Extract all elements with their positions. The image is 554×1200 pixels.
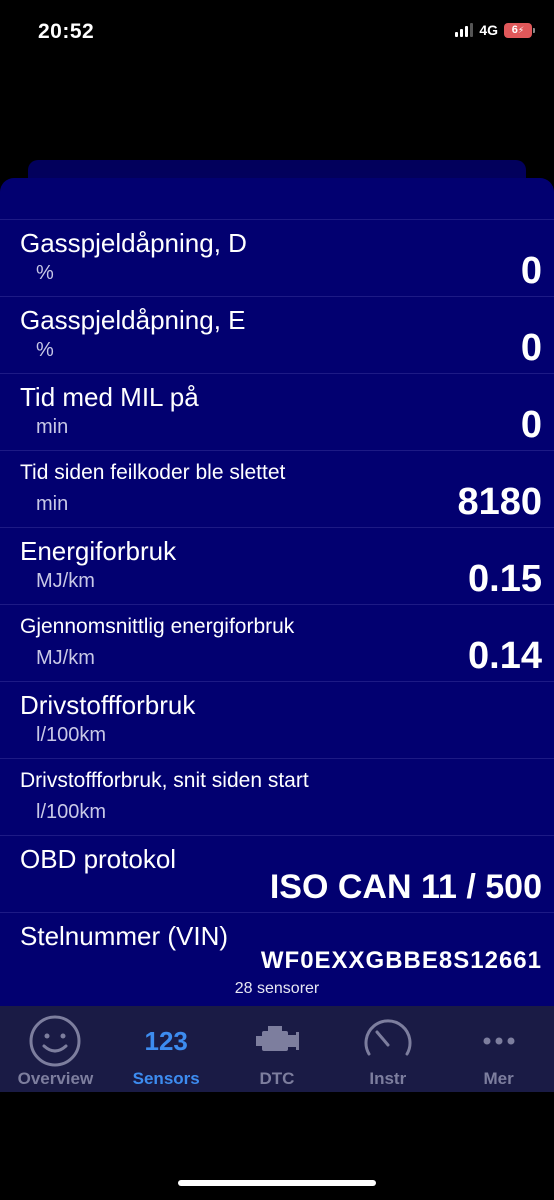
smiley-face-icon [28, 1014, 82, 1068]
home-indicator[interactable] [178, 1180, 376, 1186]
battery-icon: 6 ⚡ [504, 22, 535, 38]
gauge-icon [361, 1014, 415, 1068]
signal-icon [455, 23, 474, 37]
sensor-value: WF0EXXGBBE8S12661 [260, 947, 542, 974]
tab-instr[interactable]: Instr [332, 1006, 443, 1092]
sensor-unit: MJ/km [36, 647, 95, 669]
numbers-123-icon: 123 [139, 1014, 193, 1068]
sensor-count: 28 sensorer [234, 980, 320, 997]
engine-icon [250, 1014, 304, 1068]
sensor-label: Tid med MIL på [20, 382, 199, 412]
sensor-label: Energiforbruk [20, 536, 177, 566]
tab-label: Sensors [132, 1069, 200, 1088]
sensor-label: Stelnummer (VIN) [20, 921, 229, 951]
sensor-row[interactable]: Gjennomsnittlig energiforbruk MJ/km 0.14 [0, 604, 554, 681]
sensor-value: 0.15 [468, 558, 542, 600]
tab-label: Overview [17, 1069, 94, 1088]
sensor-row[interactable]: Gasspjeldåpning, D % 0 [0, 219, 554, 296]
sensor-row[interactable]: Gasspjeldåpning, E % 0 [0, 296, 554, 373]
tab-dtc[interactable]: DTC [222, 1006, 333, 1092]
tab-label: Instr [369, 1069, 407, 1088]
sensor-label: OBD protokol [20, 844, 177, 874]
sensor-list[interactable]: Gasspjeldåpning, D % 0 Gasspjeldåpning, … [0, 219, 554, 989]
sensor-unit: MJ/km [36, 570, 95, 592]
sensor-unit: % [36, 262, 54, 284]
sensor-label: Drivstoffforbruk [20, 690, 196, 720]
sensor-row[interactable]: Energiforbruk MJ/km 0.15 [0, 527, 554, 604]
tab-label: DTC [259, 1069, 295, 1088]
sensor-value: 0 [520, 404, 542, 446]
more-dots-icon [472, 1014, 526, 1068]
sensor-unit: min [36, 416, 69, 438]
sensor-unit: l/100km [36, 801, 107, 823]
tab-overview[interactable]: Overview [0, 1006, 111, 1092]
tab-sensors[interactable]: 123 Sensors [111, 1006, 222, 1092]
sensor-row[interactable]: OBD protokol ISO CAN 11 / 500 [0, 835, 554, 912]
status-bar: 20:52 4G 6 ⚡ [0, 0, 554, 64]
sensor-row[interactable]: Tid siden feilkoder ble slettet min 8180 [0, 450, 554, 527]
tab-mer[interactable]: Mer [443, 1006, 554, 1092]
sensor-label: Gasspjeldåpning, D [20, 228, 247, 258]
sensor-row[interactable]: Drivstoffforbruk, snit siden start l/100… [0, 758, 554, 835]
sensor-label: Tid siden feilkoder ble slettet [20, 461, 286, 484]
sensor-value: 0 [520, 327, 542, 369]
sensor-unit: min [36, 493, 69, 515]
sensor-unit: % [36, 339, 54, 361]
network-type: 4G [479, 22, 498, 38]
sensor-unit: l/100km [36, 724, 107, 746]
sensor-value: 0.14 [468, 635, 542, 677]
tab-label: Mer [483, 1069, 514, 1088]
sensor-value: ISO CAN 11 / 500 [269, 868, 542, 906]
sensor-row[interactable]: Drivstoffforbruk l/100km [0, 681, 554, 758]
status-time: 20:52 [38, 20, 95, 43]
sensor-row[interactable]: Stelnummer (VIN) WF0EXXGBBE8S12661 [0, 912, 554, 989]
status-indicators: 4G 6 ⚡ [455, 22, 535, 38]
sensor-row[interactable]: Tid med MIL på min 0 [0, 373, 554, 450]
sensor-label: Drivstoffforbruk, snit siden start [20, 769, 309, 792]
sensor-value: 0 [520, 250, 542, 292]
tab-bar: Overview 123 Sensors DTC Instr Mer [0, 1006, 554, 1092]
sensor-label: Gasspjeldåpning, E [20, 305, 246, 335]
numbers-123-text: 123 [144, 1025, 188, 1056]
sensor-value: 8180 [457, 481, 542, 523]
sensor-label: Gjennomsnittlig energiforbruk [20, 615, 295, 638]
